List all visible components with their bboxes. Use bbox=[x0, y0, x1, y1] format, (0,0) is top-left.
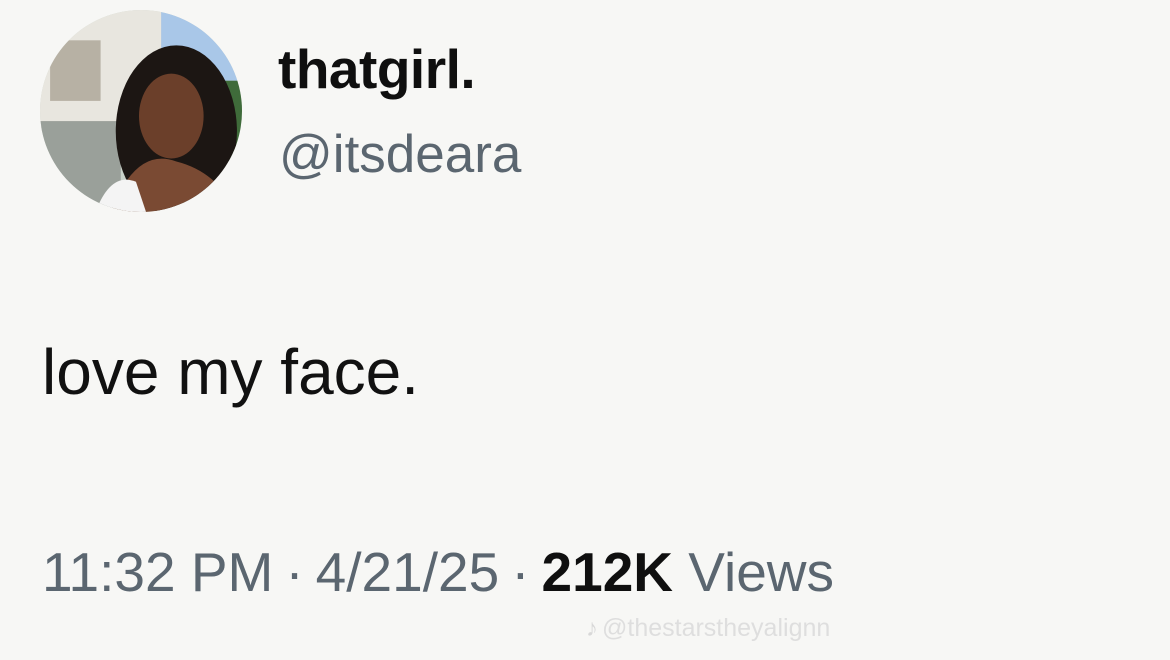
meta-separator: · bbox=[511, 541, 530, 603]
meta-separator: · bbox=[285, 541, 304, 603]
tweet-time[interactable]: 11:32 PM bbox=[42, 541, 273, 603]
tweet-card: thatgirl. @itsdeara love my face. 11:32 … bbox=[0, 0, 1170, 660]
views-count[interactable]: 212K bbox=[542, 541, 673, 603]
tweet-date[interactable]: 4/21/25 bbox=[316, 541, 500, 603]
tweet-text: love my face. bbox=[42, 336, 420, 408]
tweet-meta: 11:32 PM · 4/21/25 · 212K Views bbox=[42, 540, 834, 604]
views-label: Views bbox=[688, 541, 834, 603]
avatar-photo-icon bbox=[40, 10, 242, 212]
watermark: ♪ @thestarstheyalignn bbox=[586, 614, 830, 643]
display-name[interactable]: thatgirl. bbox=[278, 37, 476, 101]
watermark-text: @thestarstheyalignn bbox=[602, 614, 831, 642]
user-handle[interactable]: @itsdeara bbox=[279, 124, 521, 185]
tiktok-icon: ♪ bbox=[586, 614, 598, 642]
avatar[interactable] bbox=[40, 10, 242, 212]
